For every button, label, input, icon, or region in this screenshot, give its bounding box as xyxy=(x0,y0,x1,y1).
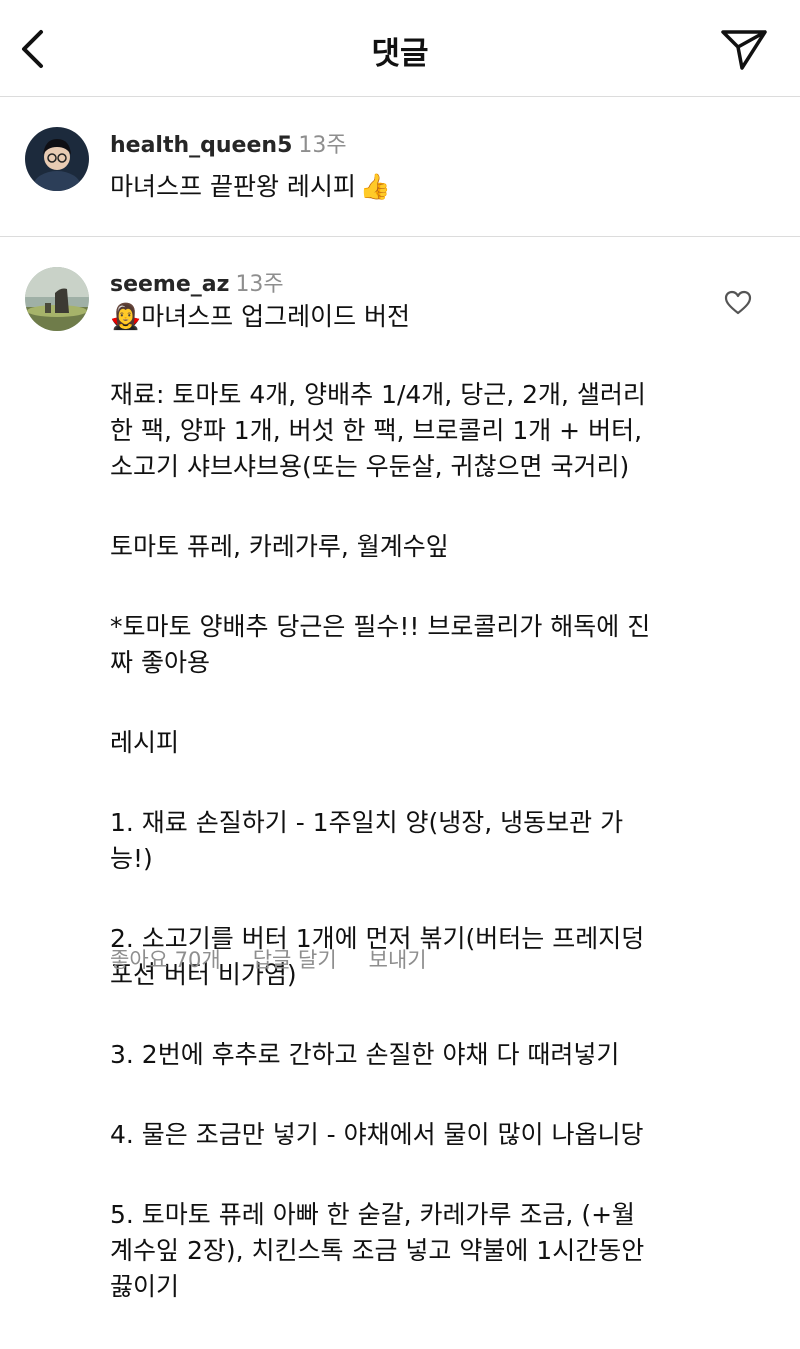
caption-meta: health_queen5 13주 xyxy=(110,127,347,159)
comment-username[interactable]: seeme_az xyxy=(110,272,229,297)
vampire-emoji-icon: 🧛‍♀️ xyxy=(110,302,142,331)
top-bar: 댓글 xyxy=(0,0,800,97)
tip-text: *토마토 양배추 당근은 필수!! 브로콜리가 해독에 진 짜 좋아용 xyxy=(110,612,651,677)
comment-meta: seeme_az 13주 xyxy=(110,266,284,298)
comment-time: 13주 xyxy=(235,272,284,297)
comment-text-rest: 재료: 토마토 4개, 양배추 1/4개, 당근, 2개, 샐러리 한 팩, 양… xyxy=(110,341,710,1349)
avatar[interactable] xyxy=(25,267,89,331)
likes-count-link[interactable]: 좋아요 70개 xyxy=(110,948,221,972)
caption-text: 마녀스프 끝판왕 레시피 👍 xyxy=(110,167,391,203)
comment-line-title: 🧛‍♀️마녀스프 업그레이드 버전 xyxy=(110,302,411,331)
share-button[interactable] xyxy=(718,26,770,72)
ingredients-text: 재료: 토마토 4개, 양배추 1/4개, 당근, 2개, 샐러리 한 팩, 양… xyxy=(110,380,646,481)
caption-username[interactable]: health_queen5 xyxy=(110,133,292,158)
avatar[interactable] xyxy=(25,127,89,191)
recipe-heading: 레시피 xyxy=(110,728,180,757)
post-caption: health_queen5 13주 마녀스프 끝판왕 레시피 👍 xyxy=(0,97,800,237)
like-button[interactable] xyxy=(724,290,752,316)
step-5: 5. 토마토 퓨레 아빠 한 숟갈, 카레가루 조금, (+월 계수잎 2장),… xyxy=(110,1200,645,1301)
page-title: 댓글 xyxy=(371,36,429,72)
step-3: 3. 2번에 후추로 간하고 손질한 야채 다 때려넣기 xyxy=(110,1040,620,1069)
heart-outline-icon xyxy=(724,290,752,315)
caption-body: 마녀스프 끝판왕 레시피 xyxy=(110,172,356,201)
caption-time: 13주 xyxy=(298,133,347,158)
reply-link[interactable]: 답글 달기 xyxy=(253,948,337,972)
comment-text: 🧛‍♀️마녀스프 업그레이드 버전 xyxy=(110,299,710,343)
step-1: 1. 재료 손질하기 - 1주일치 양(냉장, 냉동보관 가 능!) xyxy=(110,808,624,873)
step-4: 4. 물은 조금만 넣기 - 야채에서 물이 많이 나옵니당 xyxy=(110,1120,644,1149)
paper-plane-icon xyxy=(721,30,767,70)
comment-actions: 좋아요 70개 답글 달기 보내기 xyxy=(110,944,459,974)
seasonings-text: 토마토 퓨레, 카레가루, 월계수잎 xyxy=(110,532,449,561)
send-link[interactable]: 보내기 xyxy=(369,948,427,972)
thumbs-up-icon: 👍 xyxy=(359,172,392,201)
